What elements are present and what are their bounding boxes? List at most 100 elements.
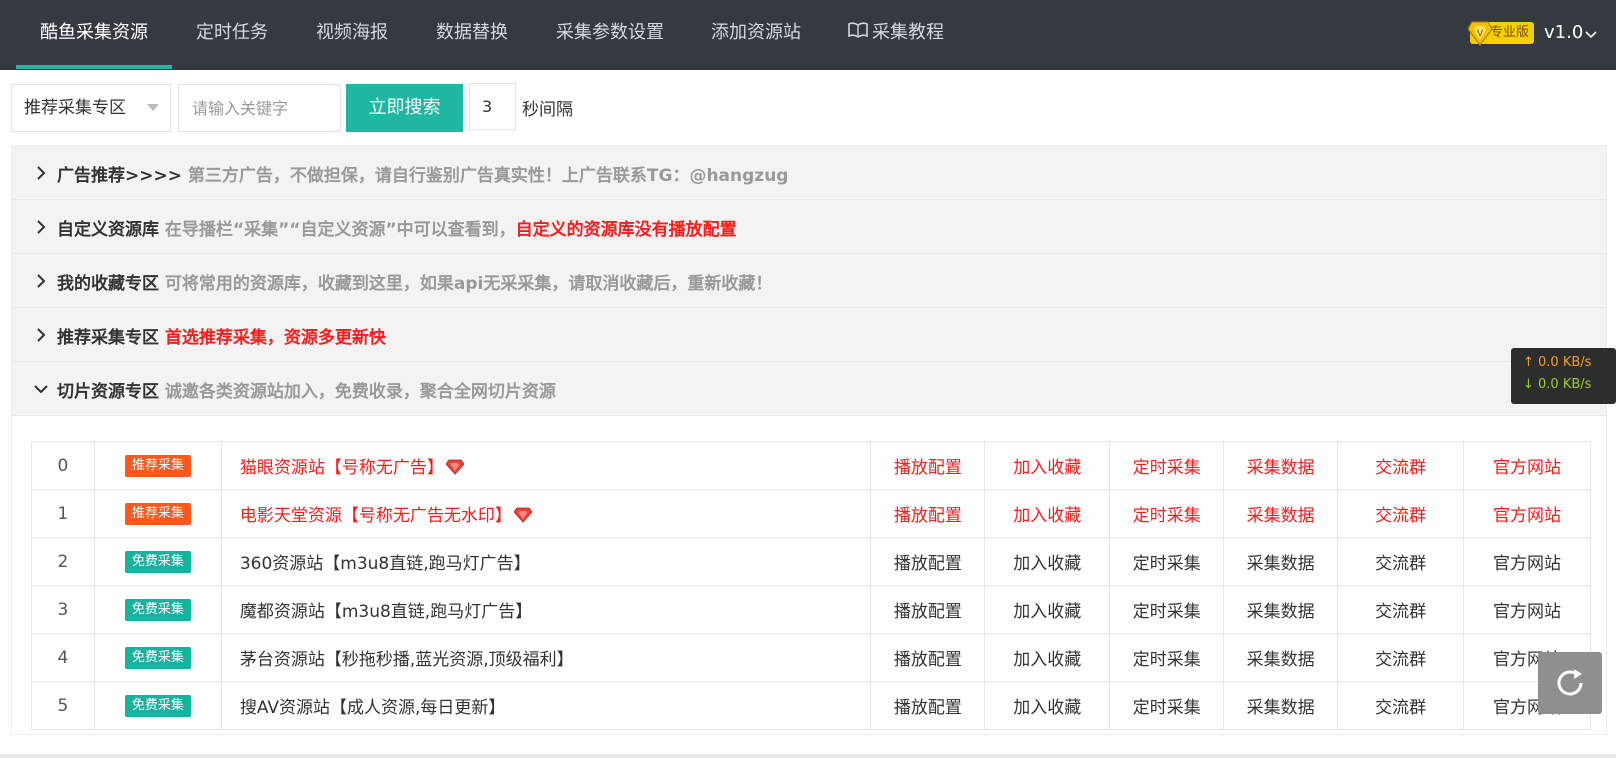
group-chat-link[interactable]: 交流群 bbox=[1337, 633, 1465, 682]
site-name-cell: 魔都资源站【m3u8直链,跑马灯广告】 bbox=[220, 585, 872, 634]
tag-cell: 推荐采集 bbox=[93, 489, 222, 538]
site-name: 360资源站【m3u8直链,跑马灯广告】 bbox=[239, 554, 531, 574]
tag-cell: 免费采集 bbox=[93, 537, 222, 586]
panel-desc: 第三方广告，不做担保，请自行鉴别广告真实性！上广告联系TG：@hangzug bbox=[187, 166, 789, 186]
row-index: 4 bbox=[31, 633, 95, 682]
collect-data-link[interactable]: 采集数据 bbox=[1223, 489, 1339, 538]
panel-desc: 诚邀各类资源站加入，免费收录，聚合全网切片资源 bbox=[164, 382, 556, 402]
diamond-icon: V bbox=[1467, 20, 1493, 46]
row-index: 1 bbox=[31, 489, 95, 538]
tag-cell: 免费采集 bbox=[93, 681, 222, 730]
top-nav: 酷鱼采集资源 定时任务 视频海报 数据替换 采集参数设置 添加资源站 采集教程 … bbox=[0, 0, 1616, 70]
caret-down-icon bbox=[147, 104, 159, 111]
collect-data-link[interactable]: 采集数据 bbox=[1223, 585, 1339, 634]
add-favorite-link[interactable]: 加入收藏 bbox=[984, 441, 1111, 490]
official-site-link[interactable]: 官方网站 bbox=[1463, 537, 1591, 586]
resource-collapse: 广告推荐>>>> 第三方广告，不做担保，请自行鉴别广告真实性！上广告联系TG：@… bbox=[11, 145, 1607, 735]
chevron-right-icon bbox=[37, 328, 46, 342]
play-config-link[interactable]: 播放配置 bbox=[870, 537, 986, 586]
schedule-collect-link[interactable]: 定时采集 bbox=[1109, 537, 1225, 586]
site-name: 茅台资源站【秒拖秒播,蓝光资源,顶级福利】 bbox=[239, 650, 574, 670]
panel-custom-library[interactable]: 自定义资源库 在导播栏“采集”“自定义资源”中可以查看到，自定义的资源库没有播放… bbox=[12, 200, 1606, 254]
panel-title: 推荐采集专区 bbox=[57, 328, 159, 348]
collect-data-link[interactable]: 采集数据 bbox=[1223, 681, 1339, 730]
chevron-right-icon bbox=[37, 220, 46, 234]
panel-my-favorites[interactable]: 我的收藏专区 可将常用的资源库，收藏到这里，如果api无采采集，请取消收藏后，重… bbox=[12, 254, 1606, 308]
chevron-right-icon bbox=[37, 166, 46, 180]
site-name: 电影天堂资源【号称无广告无水印】 bbox=[239, 506, 512, 526]
add-favorite-link[interactable]: 加入收藏 bbox=[984, 681, 1111, 730]
active-nav-underline bbox=[16, 65, 172, 69]
site-name: 魔都资源站【m3u8直链,跑马灯广告】 bbox=[239, 602, 533, 622]
play-config-link[interactable]: 播放配置 bbox=[870, 681, 986, 730]
group-chat-link[interactable]: 交流群 bbox=[1337, 681, 1465, 730]
schedule-collect-link[interactable]: 定时采集 bbox=[1109, 489, 1225, 538]
collect-data-link[interactable]: 采集数据 bbox=[1223, 633, 1339, 682]
collect-data-link[interactable]: 采集数据 bbox=[1223, 441, 1339, 490]
nav-item-data-replace[interactable]: 数据替换 bbox=[436, 0, 508, 70]
panel-slice-resources[interactable]: 切片资源专区 诚邀各类资源站加入，免费收录，聚合全网切片资源 bbox=[12, 362, 1606, 416]
collect-type-badge: 推荐采集 bbox=[124, 503, 191, 525]
schedule-collect-link[interactable]: 定时采集 bbox=[1109, 441, 1225, 490]
gem-icon bbox=[445, 459, 464, 475]
play-config-link[interactable]: 播放配置 bbox=[870, 489, 986, 538]
panel-slice-body: 0 推荐采集 猫眼资源站【号称无广告】 播放配置 加入收藏 定时采集 采集数据 交流群 官方网站… bbox=[12, 416, 1606, 734]
schedule-collect-link[interactable]: 定时采集 bbox=[1109, 681, 1225, 730]
table-row: 1 推荐采集 电影天堂资源【号称无广告无水印】 播放配置 加入收藏 定时采集 采集数据 交流群… bbox=[31, 489, 1591, 538]
site-name-cell: 360资源站【m3u8直链,跑马灯广告】 bbox=[220, 537, 872, 586]
add-favorite-link[interactable]: 加入收藏 bbox=[984, 585, 1111, 634]
panel-desc-highlight: 首选推荐采集，资源多更新快 bbox=[164, 328, 386, 348]
site-name-cell: 电影天堂资源【号称无广告无水印】 bbox=[220, 489, 872, 538]
upload-speed: ↑ 0.0 KB/s bbox=[1523, 355, 1592, 370]
collect-type-badge: 免费采集 bbox=[124, 647, 191, 669]
table-row: 2 免费采集 360资源站【m3u8直链,跑马灯广告】 播放配置 加入收藏 定时采集 采集数… bbox=[31, 537, 1591, 586]
panel-recommended[interactable]: 推荐采集专区 首选推荐采集，资源多更新快 bbox=[12, 308, 1606, 362]
add-favorite-link[interactable]: 加入收藏 bbox=[984, 633, 1111, 682]
panel-title: 切片资源专区 bbox=[57, 382, 159, 402]
panel-title: 广告推荐>>>> bbox=[57, 166, 182, 186]
site-name-cell: 茅台资源站【秒拖秒播,蓝光资源,顶级福利】 bbox=[220, 633, 872, 682]
official-site-link[interactable]: 官方网站 bbox=[1463, 489, 1591, 538]
panel-ad-recommend[interactable]: 广告推荐>>>> 第三方广告，不做担保，请自行鉴别广告真实性！上广告联系TG：@… bbox=[12, 146, 1606, 200]
panel-title: 自定义资源库 bbox=[57, 220, 159, 240]
schedule-collect-link[interactable]: 定时采集 bbox=[1109, 633, 1225, 682]
nav-tutorial-label: 采集教程 bbox=[872, 22, 944, 43]
tag-cell: 推荐采集 bbox=[93, 441, 222, 490]
group-chat-link[interactable]: 交流群 bbox=[1337, 441, 1465, 490]
official-site-link[interactable]: 官方网站 bbox=[1463, 585, 1591, 634]
refresh-button[interactable] bbox=[1538, 652, 1602, 714]
nav-item-scheduled-tasks[interactable]: 定时任务 bbox=[196, 0, 268, 70]
collect-type-badge: 免费采集 bbox=[124, 695, 191, 717]
table-row: 0 推荐采集 猫眼资源站【号称无广告】 播放配置 加入收藏 定时采集 采集数据 交流群 官方网站 bbox=[31, 441, 1591, 490]
chevron-down-icon[interactable] bbox=[1585, 26, 1597, 39]
group-chat-link[interactable]: 交流群 bbox=[1337, 489, 1465, 538]
official-site-link[interactable]: 官方网站 bbox=[1463, 441, 1591, 490]
panel-desc: 可将常用的资源库，收藏到这里，如果api无采采集，请取消收藏后，重新收藏！ bbox=[164, 274, 773, 294]
schedule-collect-link[interactable]: 定时采集 bbox=[1109, 585, 1225, 634]
nav-item-add-resource-site[interactable]: 添加资源站 bbox=[711, 0, 801, 70]
interval-input[interactable] bbox=[469, 83, 516, 130]
add-favorite-link[interactable]: 加入收藏 bbox=[984, 489, 1111, 538]
download-speed: ↓ 0.0 KB/s bbox=[1523, 377, 1592, 392]
play-config-link[interactable]: 播放配置 bbox=[870, 585, 986, 634]
collect-data-link[interactable]: 采集数据 bbox=[1223, 537, 1339, 586]
row-index: 3 bbox=[31, 585, 95, 634]
row-index: 0 bbox=[31, 441, 95, 490]
nav-item-collect-tutorial[interactable]: 采集教程 bbox=[848, 0, 944, 70]
play-config-link[interactable]: 播放配置 bbox=[870, 441, 986, 490]
search-button[interactable]: 立即搜索 bbox=[346, 84, 463, 132]
add-favorite-link[interactable]: 加入收藏 bbox=[984, 537, 1111, 586]
group-chat-link[interactable]: 交流群 bbox=[1337, 585, 1465, 634]
keyword-input[interactable] bbox=[178, 84, 341, 132]
group-chat-link[interactable]: 交流群 bbox=[1337, 537, 1465, 586]
site-name: 猫眼资源站【号称无广告】 bbox=[239, 458, 444, 478]
nav-item-collect-settings[interactable]: 采集参数设置 bbox=[556, 0, 664, 70]
version-dropdown[interactable]: v1.0 bbox=[1544, 20, 1583, 46]
svg-text:V: V bbox=[1477, 29, 1484, 39]
interval-label: 秒间隔 bbox=[522, 100, 573, 120]
panel-desc: 在导播栏“采集”“自定义资源”中可以查看到， bbox=[164, 220, 516, 240]
nav-item-kuyu-resources[interactable]: 酷鱼采集资源 bbox=[40, 0, 148, 70]
play-config-link[interactable]: 播放配置 bbox=[870, 633, 986, 682]
refresh-icon bbox=[1557, 669, 1583, 696]
nav-item-video-poster[interactable]: 视频海报 bbox=[316, 0, 388, 70]
